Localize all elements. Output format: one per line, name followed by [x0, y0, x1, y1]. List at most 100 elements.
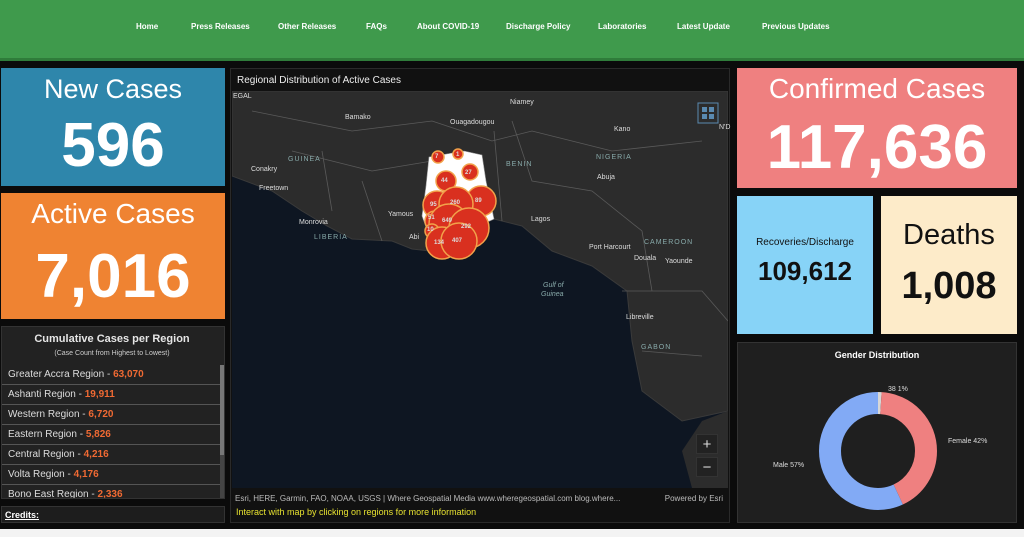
region-row[interactable]: Greater Accra Region - 63,070: [2, 365, 220, 385]
nav-latest-update[interactable]: Latest Update: [677, 22, 730, 31]
region-name: Central Region: [8, 449, 75, 460]
active-cases-value: 7,016: [35, 242, 191, 311]
credits-link[interactable]: Credits:: [1, 506, 225, 523]
nav-other-releases[interactable]: Other Releases: [278, 22, 336, 31]
map-canvas[interactable]: [232, 91, 728, 488]
map-label: Guinea: [541, 291, 564, 298]
map-label: Abi: [409, 234, 420, 241]
cumulative-cases-panel: Cumulative Cases per Region (Case Count …: [1, 326, 225, 499]
nav-home[interactable]: Home: [136, 22, 158, 31]
region-count: 5,826: [85, 429, 111, 440]
cluster-label: 292: [461, 224, 472, 230]
cluster-label: 51: [428, 215, 435, 221]
region-count: 6,720: [88, 409, 114, 420]
region-name: Eastern Region: [8, 429, 77, 440]
region-row[interactable]: Central Region - 4,216: [2, 445, 220, 465]
cluster-label: 134: [434, 240, 445, 246]
region-name: Volta Region: [8, 469, 65, 480]
map-label: Niamey: [510, 99, 534, 106]
deaths-value: 1,008: [901, 265, 997, 307]
zoom-in-button[interactable]: +: [696, 434, 718, 454]
map-label: Bamako: [345, 114, 371, 121]
region-row[interactable]: Western Region - 6,720: [2, 405, 220, 425]
map-label: CAMEROON: [644, 239, 694, 246]
region-name: Western Region: [8, 409, 80, 420]
nav-faqs[interactable]: FAQs: [366, 22, 387, 31]
gender-label-male: Male 57%: [773, 462, 805, 469]
region-count: 4,216: [83, 449, 109, 460]
regions-subtitle: (Case Count from Highest to Lowest): [54, 350, 170, 357]
cluster-label: 95: [430, 202, 437, 208]
confirmed-cases-label: Confirmed Cases: [768, 73, 986, 104]
cluster-label: 10: [427, 227, 434, 233]
regions-scrollbar-thumb[interactable]: [220, 365, 224, 455]
cluster-label: 27: [465, 170, 472, 176]
region-name: Greater Accra Region: [8, 369, 105, 380]
gender-distribution-panel: Gender Distribution 38 1% Female 42% Mal…: [737, 342, 1017, 523]
new-cases-tile: New Cases 596: [1, 68, 225, 186]
nav-press-releases[interactable]: Press Releases: [191, 22, 250, 31]
zoom-out-button[interactable]: −: [696, 457, 718, 477]
cluster-label: 44: [441, 178, 448, 184]
map-label: LIBERIA: [314, 234, 348, 241]
recoveries-value: 109,612: [758, 256, 852, 286]
map-interaction-hint: Interact with map by clicking on regions…: [236, 507, 477, 517]
cluster-label: 407: [452, 238, 463, 244]
map-label: Freetown: [259, 185, 289, 192]
map-label: Kano: [614, 126, 631, 133]
map-label: Gulf of: [543, 282, 564, 289]
recoveries-tile: Recoveries/Discharge 109,612: [737, 196, 873, 334]
nav-discharge-policy[interactable]: Discharge Policy: [506, 22, 570, 31]
map-label: Conakry: [251, 166, 278, 173]
cluster-label: 1: [456, 152, 460, 158]
powered-by-esri-link[interactable]: Powered by Esri: [665, 494, 723, 503]
recoveries-label: Recoveries/Discharge: [756, 237, 854, 248]
map-label: Douala: [634, 255, 657, 262]
region-row[interactable]: Bono East Region - 2,336: [2, 485, 220, 499]
region-row[interactable]: Ashanti Region - 19,911: [2, 385, 220, 405]
map-label: Ouagadougou: [450, 119, 495, 126]
nav-previous-updates[interactable]: Previous Updates: [762, 22, 830, 31]
active-cases-label: Active Cases: [31, 198, 195, 229]
map-label: N'D: [719, 124, 731, 131]
map-label: EGAL: [233, 93, 252, 100]
cluster-label: 260: [450, 200, 461, 206]
nav-laboratories[interactable]: Laboratories: [598, 22, 646, 31]
gender-title: Gender Distribution: [834, 350, 920, 360]
nav-about-covid[interactable]: About COVID-19: [417, 22, 479, 31]
deaths-tile: Deaths 1,008: [881, 196, 1017, 334]
bottom-strip: [0, 529, 1024, 537]
gender-label-female: Female 42%: [948, 438, 988, 445]
top-navigation-bar: Home Press Releases Other Releases FAQs …: [0, 0, 1024, 61]
map-label: Lagos: [531, 216, 551, 223]
region-count: 4,176: [73, 469, 99, 480]
regional-map-panel: Regional Distribution of Active Cases EG…: [230, 68, 730, 523]
region-count: 2,336: [97, 489, 123, 499]
cluster-label: 7: [435, 154, 439, 160]
deaths-label: Deaths: [903, 219, 995, 251]
new-cases-value: 596: [61, 111, 165, 180]
map-label: Monrovia: [299, 219, 328, 226]
map-label: GABON: [641, 344, 672, 351]
region-count: 19,911: [84, 389, 115, 400]
map-attribution: Esri, HERE, Garmin, FAO, NOAA, USGS | Wh…: [235, 494, 621, 503]
cluster-label: 89: [475, 198, 482, 204]
region-row[interactable]: Eastern Region - 5,826: [2, 425, 220, 445]
map-title: Regional Distribution of Active Cases: [237, 75, 401, 86]
map-label: GUINEA: [288, 156, 321, 163]
map-label: Yamous: [388, 211, 414, 218]
map-label: Port Harcourt: [589, 244, 631, 251]
map-label: Abuja: [597, 174, 615, 181]
map-label: Libreville: [626, 314, 654, 321]
gender-donut-chart[interactable]: [818, 391, 938, 511]
map-label: Yaounde: [665, 258, 693, 265]
regions-title: Cumulative Cases per Region: [34, 333, 190, 345]
cluster-label: 649: [442, 218, 453, 224]
confirmed-cases-value: 117,636: [766, 113, 988, 182]
map-label: NIGERIA: [596, 154, 632, 161]
region-name: Bono East Region: [8, 489, 89, 499]
new-cases-label: New Cases: [43, 74, 183, 104]
region-row[interactable]: Volta Region - 4,176: [2, 465, 220, 485]
region-count: 63,070: [113, 369, 144, 380]
region-name: Ashanti Region: [8, 389, 76, 400]
